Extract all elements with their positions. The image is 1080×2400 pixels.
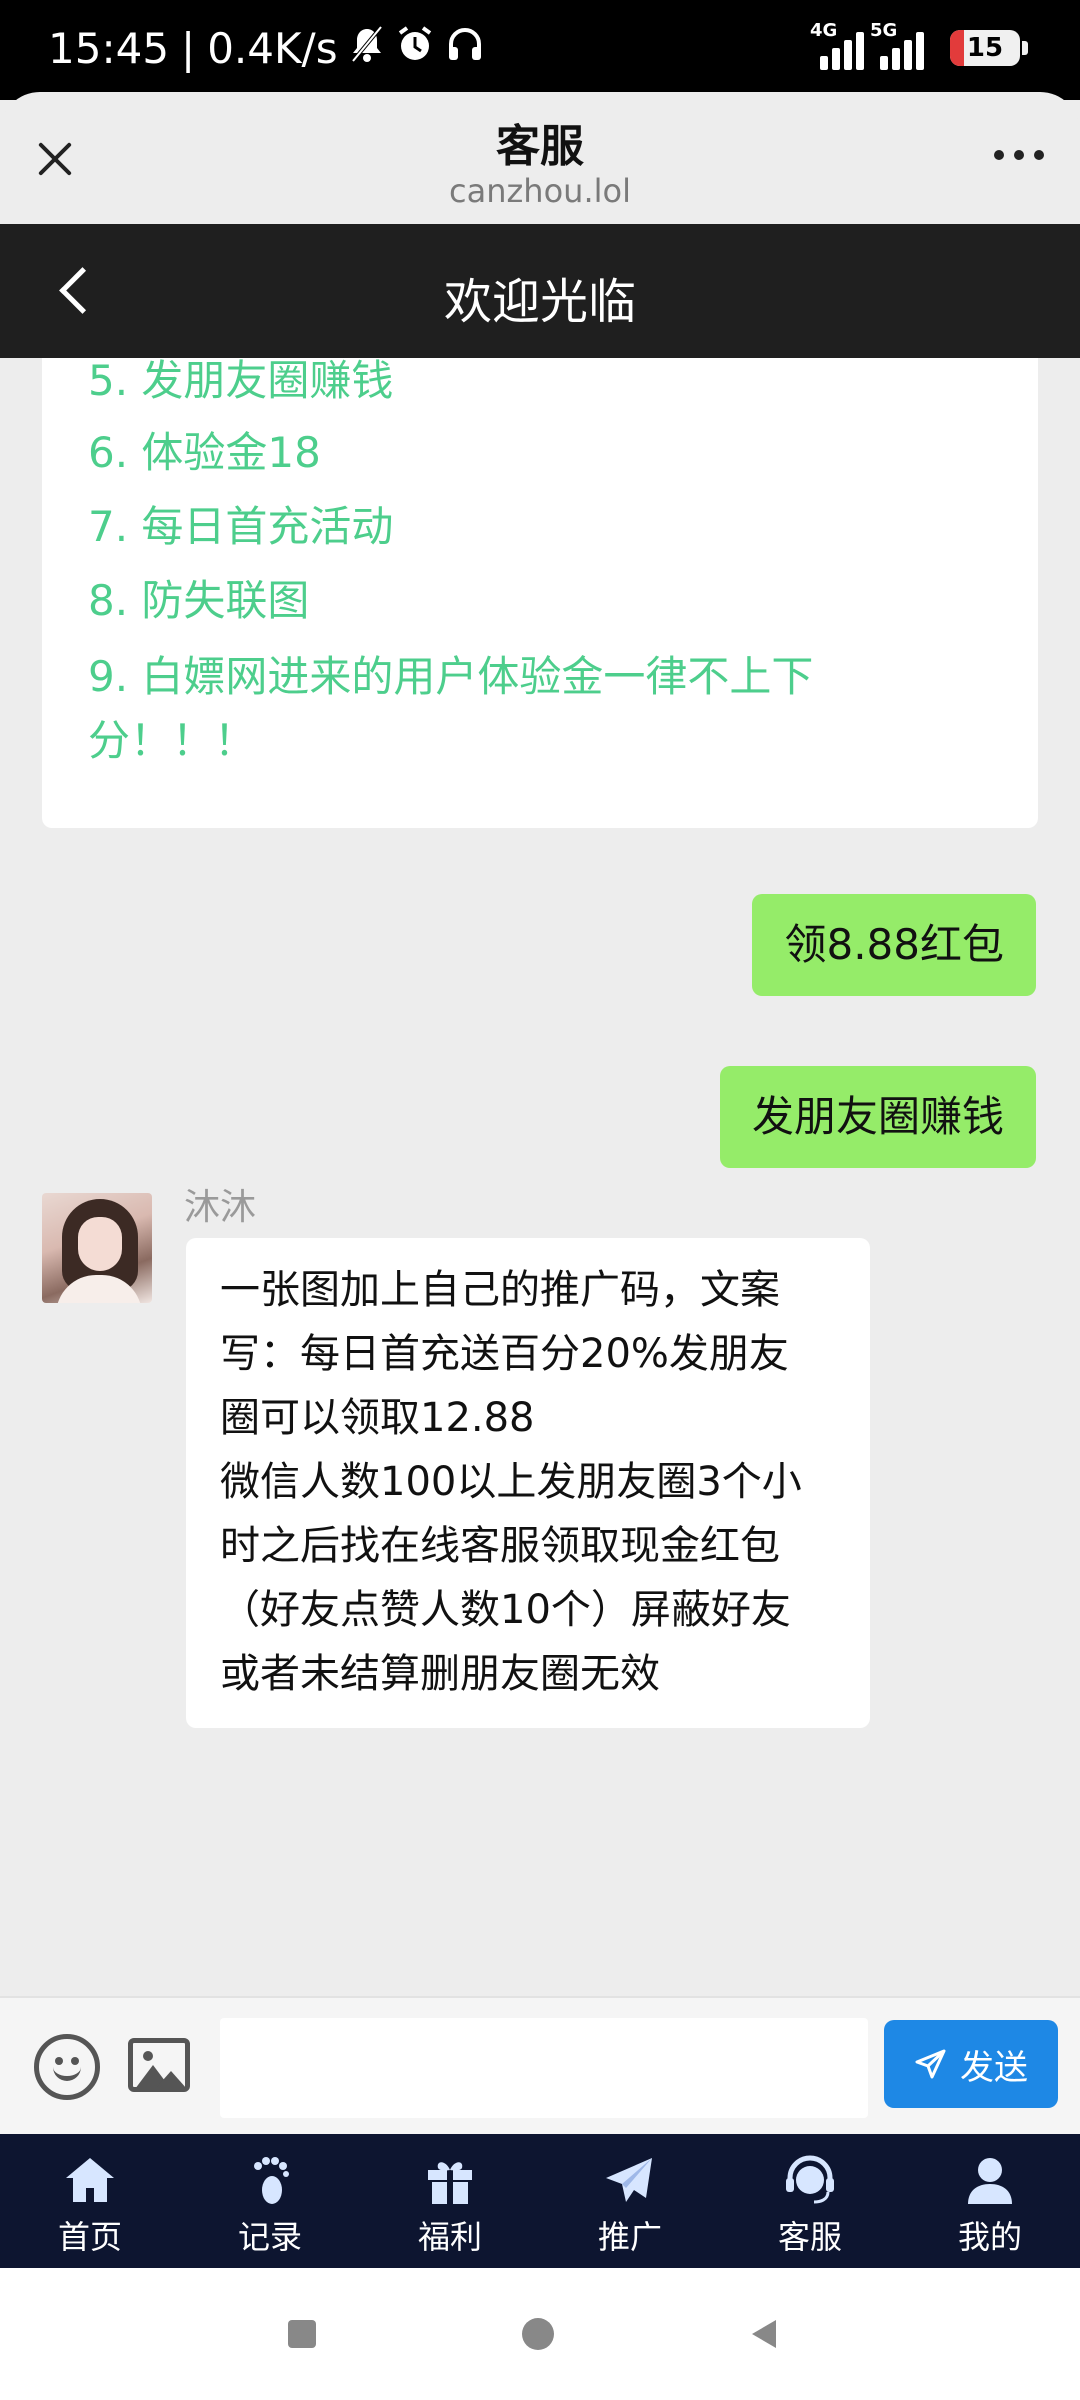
tab-home[interactable]: 首页: [0, 2134, 180, 2268]
alarm-icon: [396, 25, 434, 72]
tab-promote[interactable]: 推广: [540, 2134, 720, 2268]
user-icon: [968, 2158, 1012, 2204]
sent-message-bubble: 发朋友圈赚钱: [719, 1066, 1036, 1168]
info-line[interactable]: 7. 每日首充活动: [88, 492, 393, 562]
gift-icon: [428, 2162, 472, 2204]
footprint-icon: [254, 2157, 289, 2204]
tab-label: 推广: [597, 2218, 662, 2256]
status-right: 4G 5G 15: [810, 20, 1028, 70]
info-line[interactable]: 9. 白嫖网进来的用户体验金一律不上下: [88, 642, 813, 712]
message-line: （好友点赞人数10个）屏蔽好友: [220, 1587, 791, 1633]
signal-4g-icon: 4G: [810, 20, 864, 70]
tab-records[interactable]: 记录: [180, 2134, 360, 2268]
tab-label: 首页: [57, 2218, 122, 2256]
status-left: 15:45 | 0.4K/s: [48, 24, 484, 73]
network-type-1: 4G: [810, 20, 838, 41]
sender-name: 沐沐: [184, 1187, 257, 1228]
status-bar: 15:45 | 0.4K/s 4G 5G 15: [0, 0, 1080, 100]
network-speed: 0.4K/s: [207, 24, 338, 73]
info-line[interactable]: 6. 体验金18: [88, 418, 321, 488]
message-line: 一张图加上自己的推广码，文案: [220, 1267, 780, 1313]
bottom-tab-bar: 首页 记录 福利 推广 客服 我的: [0, 2134, 1080, 2268]
page-nav-bar: 欢迎光临: [0, 224, 1080, 358]
message-line: 或者未结算删朋友圈无效: [220, 1651, 660, 1697]
network-type-2: 5G: [870, 20, 898, 41]
emoji-icon[interactable]: [34, 2034, 100, 2100]
info-line: 分！！！: [88, 716, 257, 765]
back-triangle-icon[interactable]: [752, 2320, 776, 2348]
home-circle-icon[interactable]: [522, 2318, 554, 2350]
info-line[interactable]: 8. 防失联图: [88, 566, 309, 636]
battery-level: 15: [966, 33, 1004, 63]
message-line: 写：每日首充送百分20%发朋友: [220, 1331, 789, 1377]
tab-mine[interactable]: 我的: [900, 2134, 1080, 2268]
send-button[interactable]: 发送: [884, 2020, 1058, 2108]
tab-label: 福利: [417, 2218, 482, 2256]
page-title: 欢迎光临: [443, 274, 636, 330]
info-card: 5. 发朋友圈赚钱 6. 体验金18 7. 每日首充活动 8. 防失联图 9. …: [42, 358, 1038, 828]
message-input[interactable]: [220, 2018, 868, 2118]
browser-title: 客服: [496, 121, 584, 172]
message-line: 微信人数100以上发朋友圈3个小: [220, 1459, 802, 1505]
received-message-bubble: 一张图加上自己的推广码，文案 写：每日首充送百分20%发朋友 圈可以领取12.8…: [186, 1238, 870, 1728]
recent-apps-icon[interactable]: [288, 2320, 316, 2348]
home-icon: [66, 2158, 114, 2202]
message-input-bar: 发送: [0, 1996, 1080, 2134]
sent-message-bubble: 领8.88红包: [752, 894, 1036, 996]
clock: 15:45: [48, 24, 170, 73]
image-icon[interactable]: [128, 2038, 190, 2092]
avatar[interactable]: [42, 1193, 152, 1303]
signal-5g-icon: 5G: [870, 20, 924, 70]
tab-label: 客服: [777, 2218, 842, 2256]
browser-url: canzhou.lol: [449, 172, 631, 210]
tab-label: 记录: [237, 2218, 302, 2256]
message-line: 时之后找在线客服领取现金红包: [220, 1523, 780, 1569]
headset-icon: [786, 2155, 834, 2204]
browser-header: 客服 canzhou.lol: [0, 92, 1080, 224]
paper-plane-icon: [606, 2158, 652, 2202]
info-line[interactable]: 5. 发朋友圈赚钱: [88, 358, 393, 416]
mute-bell-icon: [350, 25, 384, 72]
system-navigation-bar: [0, 2268, 1080, 2400]
tab-service[interactable]: 客服: [720, 2134, 900, 2268]
chat-area[interactable]: 5. 发朋友圈赚钱 6. 体验金18 7. 每日首充活动 8. 防失联图 9. …: [0, 358, 1080, 1996]
tab-welfare[interactable]: 福利: [360, 2134, 540, 2268]
send-icon: [915, 2049, 946, 2079]
tab-label: 我的: [957, 2218, 1022, 2256]
send-label: 发送: [960, 2047, 1028, 2088]
status-separator: |: [181, 24, 196, 73]
battery-icon: 15: [950, 30, 1028, 66]
more-options-icon[interactable]: [994, 150, 1044, 160]
message-line: 圈可以领取12.88: [220, 1395, 535, 1441]
headphones-icon: [446, 25, 484, 72]
